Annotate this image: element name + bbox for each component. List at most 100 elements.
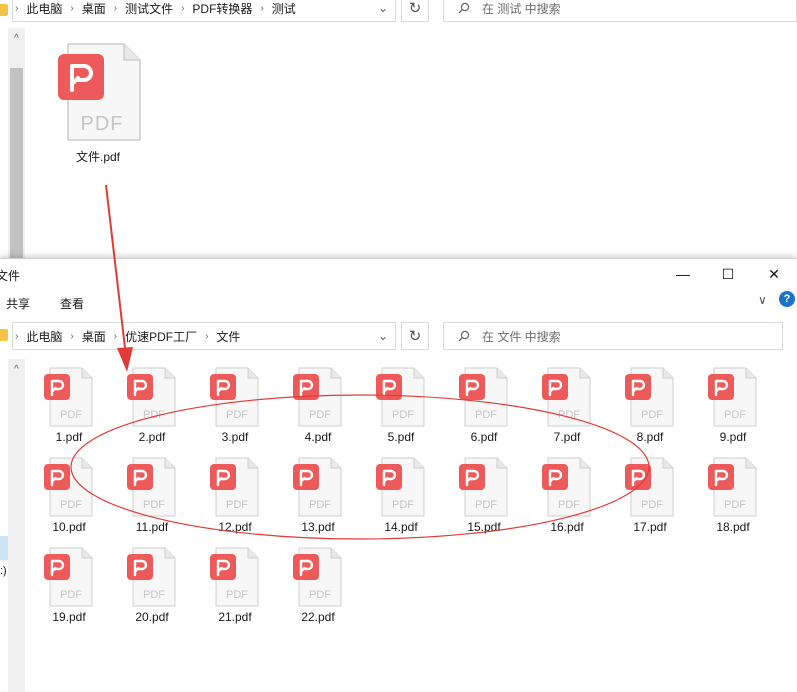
pdf-file-icon: PDF [625, 367, 674, 427]
pdf-badge-text: PDF [143, 499, 165, 511]
pdf-file-icon: PDF [293, 367, 342, 427]
title-bar[interactable]: 文件 — ☐ ✕ [0, 259, 797, 289]
tab-share[interactable]: 共享 [6, 295, 30, 312]
pdf-file-item[interactable]: PDF 18.pdf [695, 456, 765, 540]
pdf-badge-text: PDF [558, 409, 580, 421]
pdf-file-item[interactable]: PDF 3.pdf [197, 366, 267, 450]
chevron-right-icon: › [113, 2, 118, 14]
search-input[interactable]: 在 文件 中搜索 [443, 322, 783, 350]
pdf-badge-text: PDF [60, 409, 82, 421]
breadcrumb-item[interactable]: 测试 [266, 0, 302, 17]
pdf-file-icon: PDF [210, 457, 259, 517]
minimize-button[interactable]: — [660, 259, 706, 289]
pdf-badge-text: PDF [392, 409, 414, 421]
breadcrumb-item[interactable]: 此电脑 [20, 328, 68, 345]
file-name-label: 8.pdf [636, 430, 664, 444]
file-name-label: 14.pdf [384, 520, 418, 534]
vertical-scrollbar[interactable]: ^ [8, 28, 25, 258]
pdf-file-item[interactable]: PDF 12.pdf [197, 456, 267, 540]
scroll-up-icon[interactable]: ^ [8, 361, 25, 378]
maximize-button[interactable]: ☐ [705, 259, 751, 289]
breadcrumb-item[interactable]: 测试文件 [119, 0, 179, 17]
pdf-file-item[interactable]: PDF 4.pdf [280, 366, 350, 450]
breadcrumb-item[interactable]: 文件 [210, 328, 246, 345]
scroll-up-icon[interactable]: ^ [8, 30, 25, 47]
pdf-file-item[interactable]: PDF 22.pdf [280, 546, 350, 630]
chevron-right-icon: › [113, 330, 118, 342]
folder-icon [0, 4, 8, 16]
foreground-explorer-window: 文件 — ☐ ✕ 共享 查看 ∨ ? › 此电脑 › 桌面 › 优速PDF工厂 … [0, 258, 797, 692]
address-bar[interactable]: › 此电脑 › 桌面 › 优速PDF工厂 › 文件 ⌄ [12, 322, 396, 350]
pdf-file-item[interactable]: PDF 5.pdf [363, 366, 433, 450]
file-name-label: 20.pdf [135, 610, 169, 624]
refresh-button[interactable]: ↻ [401, 0, 429, 22]
nav-pane-scrollbar[interactable]: ^ [8, 359, 25, 692]
pdf-badge-text: PDF [60, 499, 82, 511]
pdf-file-icon: PDF [459, 367, 508, 427]
search-input[interactable]: 在 测试 中搜索 [443, 0, 797, 22]
chevron-right-icon: › [260, 2, 264, 14]
file-name-label: 17.pdf [633, 520, 667, 534]
pdf-file-item[interactable]: PDF 13.pdf [280, 456, 350, 540]
pdf-badge-text: PDF [309, 409, 331, 421]
scrollbar-thumb[interactable] [10, 68, 23, 258]
breadcrumb-item[interactable]: 优速PDF工厂 [119, 328, 203, 345]
pdf-file-item[interactable]: PDF 2.pdf [114, 366, 184, 450]
chevron-down-icon[interactable]: ⌄ [371, 0, 395, 21]
pdf-file-item[interactable]: PDF 16.pdf [529, 456, 599, 540]
pdf-file-item[interactable]: PDF 19.pdf [31, 546, 101, 630]
pdf-file-item[interactable]: PDF 21.pdf [197, 546, 267, 630]
file-name-label: 16.pdf [550, 520, 584, 534]
pdf-file-icon: PDF [625, 457, 674, 517]
pdf-badge-text: PDF [309, 589, 331, 601]
ribbon-expand-icon[interactable]: ∨ [758, 293, 767, 307]
tab-view[interactable]: 查看 [60, 295, 84, 312]
close-button[interactable]: ✕ [751, 259, 797, 289]
file-name-label: 文件.pdf [75, 150, 121, 164]
pdf-file-item[interactable]: PDF 20.pdf [114, 546, 184, 630]
address-bar[interactable]: › 此电脑 › 桌面 › 测试文件 › PDF转换器 › 测试 ⌄ [12, 0, 396, 22]
chevron-right-icon: › [70, 2, 74, 14]
pdf-file-icon: PDF [44, 457, 93, 517]
chevron-down-icon[interactable]: ⌄ [371, 323, 395, 349]
chevron-right-icon: › [70, 330, 74, 342]
pdf-file-item[interactable]: PDF 7.pdf [529, 366, 599, 450]
file-name-label: 7.pdf [553, 430, 581, 444]
pdf-file-icon: PDF [44, 367, 93, 427]
pdf-badge-text: PDF [143, 589, 165, 601]
pdf-badge-text: PDF [60, 589, 82, 601]
pdf-file-item[interactable]: PDF 8.pdf [612, 366, 682, 450]
pdf-file-item[interactable]: PDF [54, 40, 144, 160]
breadcrumb-item[interactable]: 此电脑 [20, 0, 68, 17]
pdf-file-item[interactable]: PDF 11.pdf [114, 456, 184, 540]
refresh-button[interactable]: ↻ [401, 322, 429, 350]
pdf-file-item[interactable]: PDF 14.pdf [363, 456, 433, 540]
pdf-badge-text: PDF [724, 499, 746, 511]
pdf-file-item[interactable]: PDF 17.pdf [612, 456, 682, 540]
file-name-label: 11.pdf [135, 520, 169, 534]
breadcrumb-item[interactable]: 桌面 [76, 0, 112, 17]
pdf-file-item[interactable]: PDF 1.pdf [31, 366, 101, 450]
file-name-label: 5.pdf [387, 430, 415, 444]
chevron-right-icon: › [15, 2, 19, 14]
pdf-file-icon: PDF [542, 367, 591, 427]
pdf-file-item[interactable]: PDF 6.pdf [446, 366, 516, 450]
pdf-file-icon: PDF [58, 43, 141, 141]
pdf-file-item[interactable]: PDF 15.pdf [446, 456, 516, 540]
nav-pane-selection[interactable] [0, 536, 8, 560]
search-placeholder: 在 文件 中搜索 [482, 329, 561, 344]
breadcrumb-item[interactable]: 桌面 [76, 328, 112, 345]
breadcrumb-item[interactable]: PDF转换器 [186, 0, 258, 17]
pdf-badge-text: PDF [143, 409, 165, 421]
pdf-badge-text: PDF [226, 589, 248, 601]
pdf-file-item[interactable]: PDF 9.pdf [695, 366, 765, 450]
file-name-label: 10.pdf [52, 520, 86, 534]
help-button[interactable]: ? [779, 291, 795, 307]
search-icon [458, 330, 470, 342]
pdf-badge-text: PDF [475, 409, 497, 421]
maximize-icon: ☐ [721, 265, 735, 282]
file-name-label: 9.pdf [719, 430, 747, 444]
pdf-file-icon: PDF [210, 547, 259, 607]
pdf-file-item[interactable]: PDF 10.pdf [31, 456, 101, 540]
pdf-file-icon: PDF [293, 547, 342, 607]
